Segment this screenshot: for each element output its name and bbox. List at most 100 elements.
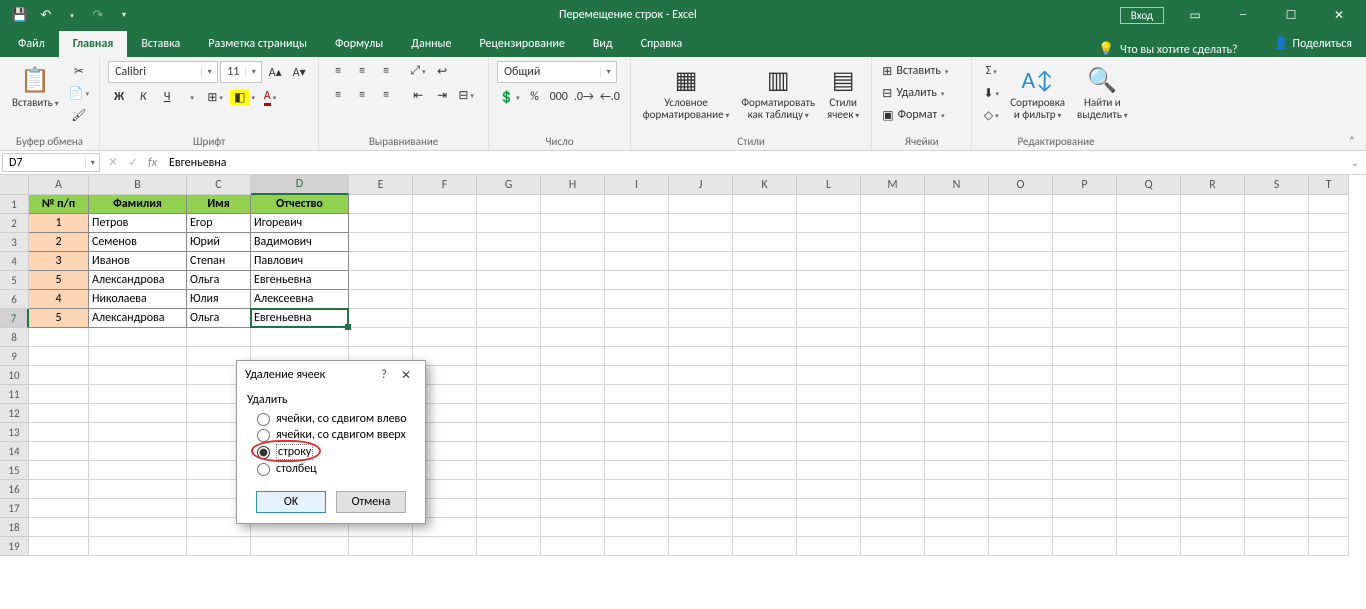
cell[interactable] (989, 385, 1053, 404)
cell[interactable] (477, 290, 541, 309)
cell[interactable] (477, 518, 541, 537)
cell[interactable] (1245, 423, 1309, 442)
cell[interactable] (541, 366, 605, 385)
cell[interactable] (1117, 309, 1181, 328)
cell[interactable] (733, 328, 797, 347)
cell[interactable] (89, 328, 187, 347)
cell[interactable] (413, 252, 477, 271)
login-button[interactable]: Вход (1120, 7, 1164, 24)
clear-button[interactable]: ◇ (980, 105, 1002, 125)
cell[interactable]: Вадимович (251, 233, 349, 252)
cell[interactable] (89, 442, 187, 461)
wrap-text-button[interactable]: ↩ (431, 61, 453, 81)
cell[interactable] (1117, 328, 1181, 347)
cell[interactable] (733, 309, 797, 328)
cell[interactable] (989, 480, 1053, 499)
cell[interactable] (349, 328, 413, 347)
cell[interactable] (733, 537, 797, 556)
cell[interactable] (1309, 518, 1349, 537)
cell[interactable] (89, 499, 187, 518)
row-header[interactable]: 5 (0, 271, 29, 290)
cell[interactable] (925, 290, 989, 309)
cell[interactable] (733, 499, 797, 518)
cell[interactable] (797, 385, 861, 404)
cell[interactable] (349, 195, 413, 214)
cell[interactable] (1245, 518, 1309, 537)
cell[interactable] (1053, 499, 1117, 518)
cell[interactable] (541, 214, 605, 233)
cell[interactable] (605, 252, 669, 271)
cell[interactable] (861, 366, 925, 385)
font-color-button[interactable]: А (259, 87, 281, 107)
row-header[interactable]: 14 (0, 442, 29, 461)
cell[interactable] (989, 195, 1053, 214)
decrease-indent-icon[interactable]: ⇤ (407, 85, 429, 105)
align-center-icon[interactable]: ≡ (351, 85, 373, 105)
cell[interactable] (1181, 499, 1245, 518)
cell[interactable] (187, 537, 251, 556)
cell[interactable] (669, 347, 733, 366)
cell[interactable] (1053, 423, 1117, 442)
cell[interactable] (541, 271, 605, 290)
cell[interactable] (1053, 309, 1117, 328)
cell[interactable]: Павлович (251, 252, 349, 271)
column-header[interactable]: E (349, 175, 413, 195)
cell[interactable] (477, 404, 541, 423)
column-header[interactable]: A (29, 175, 89, 195)
expand-formula-bar-icon[interactable]: ⌄ (1344, 151, 1366, 174)
column-header[interactable]: K (733, 175, 797, 195)
cell[interactable] (477, 252, 541, 271)
select-all-corner[interactable] (0, 175, 29, 195)
cell[interactable] (605, 328, 669, 347)
cell[interactable] (861, 290, 925, 309)
cell[interactable] (797, 461, 861, 480)
cell[interactable] (89, 537, 187, 556)
cell[interactable] (925, 423, 989, 442)
cell[interactable] (1181, 347, 1245, 366)
fill-button[interactable]: ⬇ (980, 83, 1002, 103)
cell[interactable] (477, 366, 541, 385)
cell[interactable]: 5 (29, 271, 89, 290)
cell[interactable] (605, 499, 669, 518)
cell[interactable] (669, 404, 733, 423)
cell[interactable]: Николаева (89, 290, 187, 309)
cell[interactable]: 4 (29, 290, 89, 309)
cell[interactable] (477, 461, 541, 480)
cell[interactable] (29, 537, 89, 556)
cell[interactable] (1053, 328, 1117, 347)
sort-filter-button[interactable]: A↕ Сортировка и фильтр (1006, 61, 1069, 122)
cell[interactable] (925, 366, 989, 385)
cell[interactable] (1309, 480, 1349, 499)
cell[interactable] (1053, 537, 1117, 556)
cell[interactable] (605, 461, 669, 480)
cell[interactable] (861, 442, 925, 461)
tab-review[interactable]: Рецензирование (466, 31, 579, 57)
column-header[interactable]: S (1245, 175, 1309, 195)
cell[interactable] (733, 480, 797, 499)
cell[interactable] (1245, 537, 1309, 556)
tab-home[interactable]: Главная (59, 31, 128, 57)
column-header[interactable]: T (1309, 175, 1349, 195)
tab-view[interactable]: Вид (579, 31, 627, 57)
borders-button[interactable]: ⊞ (204, 87, 226, 107)
cell[interactable] (669, 385, 733, 404)
cell[interactable] (89, 518, 187, 537)
align-top-icon[interactable]: ≡ (327, 61, 349, 81)
cell[interactable] (1117, 385, 1181, 404)
cancel-button[interactable]: Отмена (336, 491, 406, 513)
cell[interactable] (925, 442, 989, 461)
cell[interactable] (477, 347, 541, 366)
cell[interactable] (605, 233, 669, 252)
cell[interactable]: 1 (29, 214, 89, 233)
cell[interactable] (1181, 328, 1245, 347)
increase-indent-icon[interactable]: ⇥ (431, 85, 453, 105)
cell[interactable] (605, 480, 669, 499)
cell[interactable] (29, 499, 89, 518)
cell[interactable] (925, 271, 989, 290)
cell[interactable] (669, 214, 733, 233)
cell[interactable] (669, 499, 733, 518)
cell[interactable]: Степан (187, 252, 251, 271)
cell[interactable] (605, 271, 669, 290)
cell[interactable] (1245, 404, 1309, 423)
cell[interactable] (413, 290, 477, 309)
